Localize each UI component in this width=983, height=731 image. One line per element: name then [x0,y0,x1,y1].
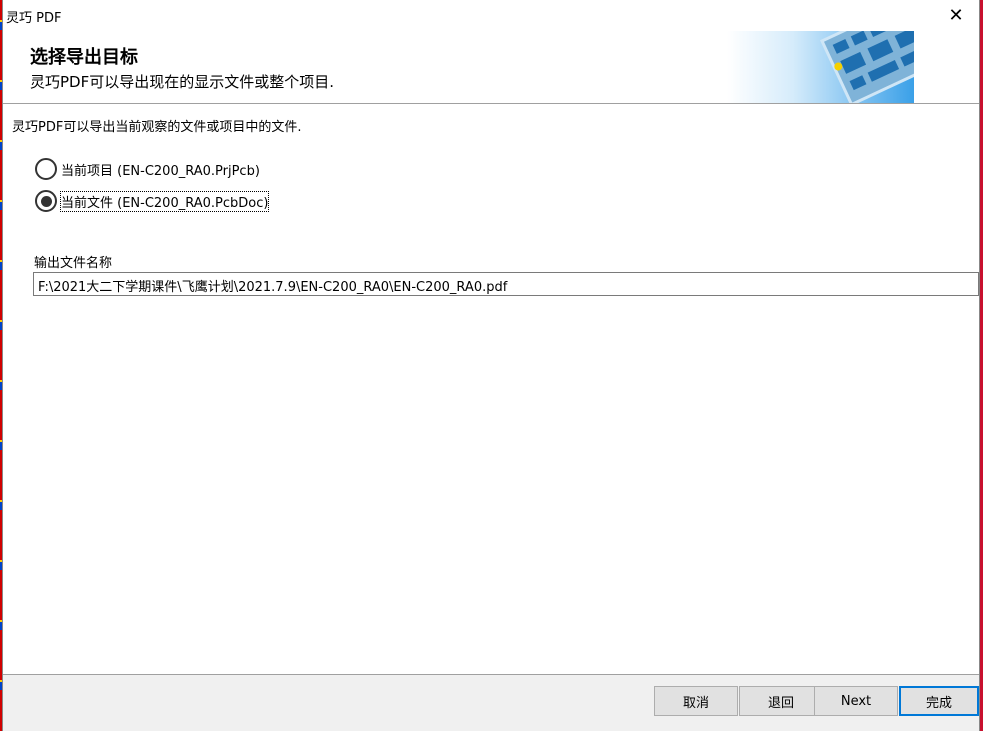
back-button[interactable]: 退回 [739,686,823,716]
option-current-project[interactable]: 当前项目 (EN-C200_RA0.PrjPcb) [35,158,260,180]
wizard-content: 灵巧PDF可以导出当前观察的文件或项目中的文件. 当前项目 (EN-C200_R… [3,104,979,674]
page-subtitle: 灵巧PDF可以导出现在的显示文件或整个项目. [30,73,334,91]
radio-button-file[interactable] [35,190,57,212]
option-label-file: 当前文件 (EN-C200_RA0.PcbDoc) [59,190,270,212]
wizard-footer: 取消 退回 Next 完成 [3,674,979,731]
option-current-file[interactable]: 当前文件 (EN-C200_RA0.PcbDoc) [35,190,270,212]
wizard-header: 选择导出目标 灵巧PDF可以导出现在的显示文件或整个项目. [3,31,979,104]
next-button[interactable]: Next [814,686,898,716]
close-icon: ✕ [948,5,964,26]
export-dialog: 灵巧 PDF ✕ 选择导出目标 灵巧PDF可以导出现在的显示文件或整个项目. 灵… [3,0,979,731]
description-text: 灵巧PDF可以导出当前观察的文件或项目中的文件. [12,120,302,135]
close-button[interactable]: ✕ [933,0,979,31]
finish-button[interactable]: 完成 [899,686,979,716]
output-file-label: 输出文件名称 [34,256,113,271]
page-title: 选择导出目标 [30,47,138,68]
option-label-project: 当前项目 (EN-C200_RA0.PrjPcb) [61,163,260,179]
pcb-banner-image [727,31,914,103]
window-title: 灵巧 PDF [6,11,62,26]
title-bar: 灵巧 PDF ✕ [3,0,979,31]
radio-selected-dot [40,195,52,207]
cancel-button[interactable]: 取消 [654,686,738,716]
output-file-input[interactable]: F:\2021大二下学期课件\飞鹰计划\2021.7.9\EN-C200_RA0… [33,272,979,296]
radio-button-project[interactable] [35,158,57,180]
